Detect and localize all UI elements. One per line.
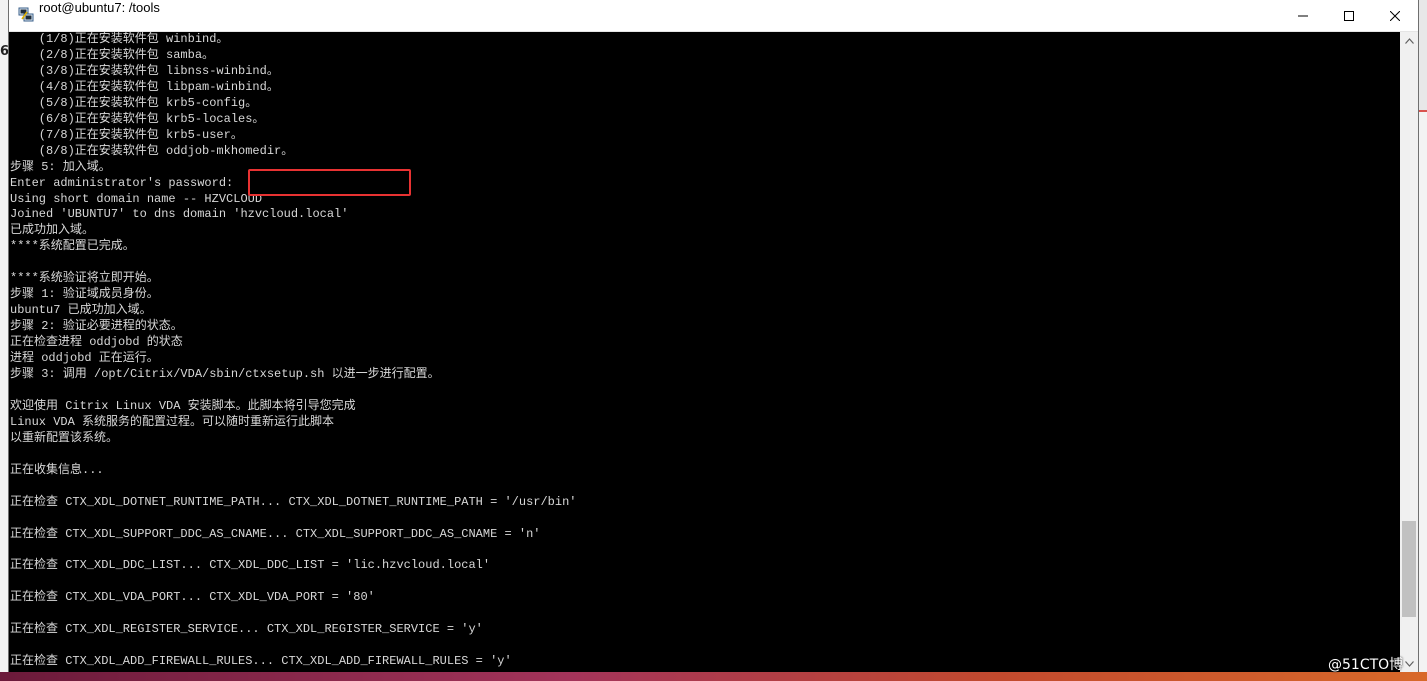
terminal-line: (4/8)正在安装软件包 libpam-winbind。 [10, 79, 279, 94]
minimize-icon [1298, 15, 1308, 16]
terminal-line: ****系统配置已完成。 [10, 239, 135, 254]
terminal-line: (2/8)正在安装软件包 samba。 [10, 47, 215, 62]
maximize-icon [1344, 10, 1354, 21]
terminal-line: 步骤 1: 验证域成员身份。 [10, 287, 159, 302]
terminal-line: Enter administrator's password: [10, 175, 234, 190]
terminal-window: root@ubuntu7: /tools (1/8)正在安装软件包 winbin… [8, 0, 1419, 672]
terminal-line: 正在检查 CTX_XDL_ADD_FIREWALL_RULES... CTX_X… [10, 654, 512, 669]
scroll-track[interactable] [1400, 49, 1418, 655]
maximize-button[interactable] [1326, 0, 1372, 31]
terminal-text: (1/8)正在安装软件包 winbind。 (2/8)正在安装软件包 samba… [9, 32, 1399, 670]
close-button[interactable] [1372, 0, 1418, 31]
title-bar[interactable]: root@ubuntu7: /tools [9, 0, 1418, 32]
terminal-line: 步骤 3: 调用 /opt/Citrix/VDA/sbin/ctxsetup.s… [10, 367, 440, 382]
terminal-line: 正在检查 CTX_XDL_REGISTER_SERVICE... CTX_XDL… [10, 622, 483, 637]
terminal-line: 已成功加入域。 [10, 223, 95, 238]
terminal-line: (7/8)正在安装软件包 krb5-user。 [10, 127, 243, 142]
scroll-thumb[interactable] [1402, 521, 1416, 617]
terminal-line: 正在检查进程 oddjobd 的状态 [10, 335, 183, 350]
putty-app-icon[interactable] [18, 7, 34, 23]
terminal-line: 正在收集信息... [10, 462, 104, 477]
chevron-up-icon [1404, 37, 1414, 44]
scroll-up-button[interactable] [1400, 32, 1418, 49]
terminal-line: ****系统验证将立即开始。 [10, 271, 159, 286]
watermark-text: @51CTO博 [1328, 657, 1404, 673]
terminal-line: 正在检查 CTX_XDL_VDA_PORT... CTX_XDL_VDA_POR… [10, 590, 375, 605]
terminal-line: (8/8)正在安装软件包 oddjob-mkhomedir。 [10, 143, 294, 158]
desktop-left-text: 6 [0, 44, 10, 59]
terminal-output[interactable]: (1/8)正在安装软件包 winbind。 (2/8)正在安装软件包 samba… [9, 32, 1399, 672]
terminal-line: (1/8)正在安装软件包 winbind。 [10, 32, 229, 46]
terminal-line: Joined 'UBUNTU7' to dns domain 'hzvcloud… [10, 207, 349, 222]
window-title: root@ubuntu7: /tools [39, 0, 160, 15]
terminal-line: 正在检查 CTX_XDL_DDC_LIST... CTX_XDL_DDC_LIS… [10, 558, 491, 573]
terminal-line: Using short domain name -- HZVCLOUD [10, 191, 263, 206]
vertical-scrollbar[interactable] [1400, 32, 1418, 672]
close-icon [1390, 10, 1400, 21]
terminal-line: (6/8)正在安装软件包 krb5-locales。 [10, 111, 265, 126]
chevron-down-icon [1404, 660, 1414, 667]
terminal-line: 欢迎使用 Citrix Linux VDA 安装脚本。此脚本将引导您完成 [10, 398, 356, 413]
terminal-line: 步骤 2: 验证必要进程的状态。 [10, 319, 183, 334]
terminal-line: (3/8)正在安装软件包 libnss-winbind。 [10, 63, 279, 78]
desktop-wallpaper-strip [0, 672, 1427, 681]
terminal-line: 正在检查 CTX_XDL_SUPPORT_DDC_AS_CNAME... CTX… [10, 526, 541, 541]
terminal-line: Linux VDA 系统服务的配置过程。可以随时重新运行此脚本 [10, 414, 335, 429]
terminal-line: 正在检查 CTX_XDL_DOTNET_RUNTIME_PATH... CTX_… [10, 494, 577, 509]
terminal-line: 进程 oddjobd 正在运行。 [10, 351, 159, 366]
terminal-line: (5/8)正在安装软件包 krb5-config。 [10, 95, 258, 110]
desktop-right-edge [1419, 0, 1427, 681]
desktop-left-edge [0, 0, 8, 681]
terminal-line: 步骤 5: 加入域。 [10, 159, 111, 174]
minimize-button[interactable] [1280, 0, 1326, 31]
terminal-line: 以重新配置该系统。 [10, 430, 119, 445]
terminal-line: ubuntu7 已成功加入域。 [10, 303, 152, 318]
password-highlight-box [248, 169, 411, 196]
